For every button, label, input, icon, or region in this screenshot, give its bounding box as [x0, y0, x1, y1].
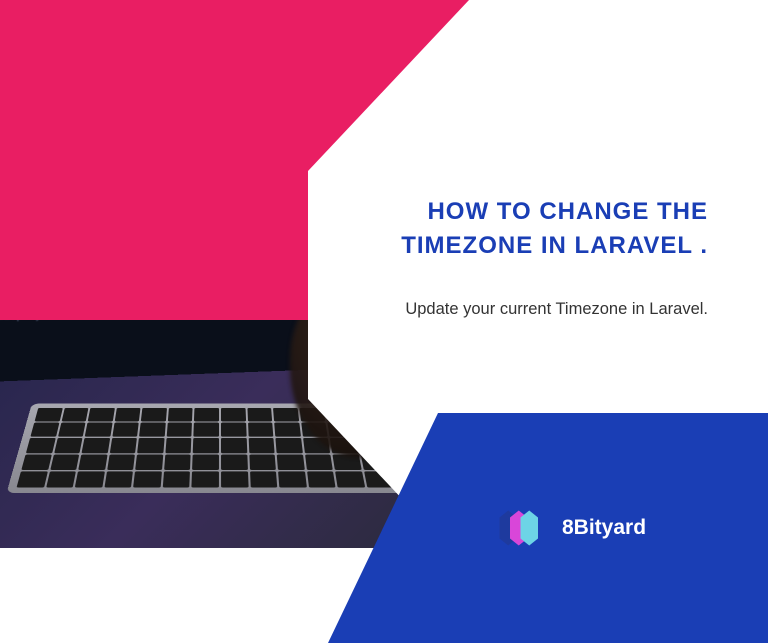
- article-subtitle: Update your current Timezone in Laravel.: [388, 297, 708, 322]
- article-title: HOW TO CHANGE THETIMEZONE IN LARAVEL .: [388, 195, 708, 262]
- brand-logo-icon: [490, 507, 544, 549]
- brand-name: 8Bityard: [562, 516, 646, 540]
